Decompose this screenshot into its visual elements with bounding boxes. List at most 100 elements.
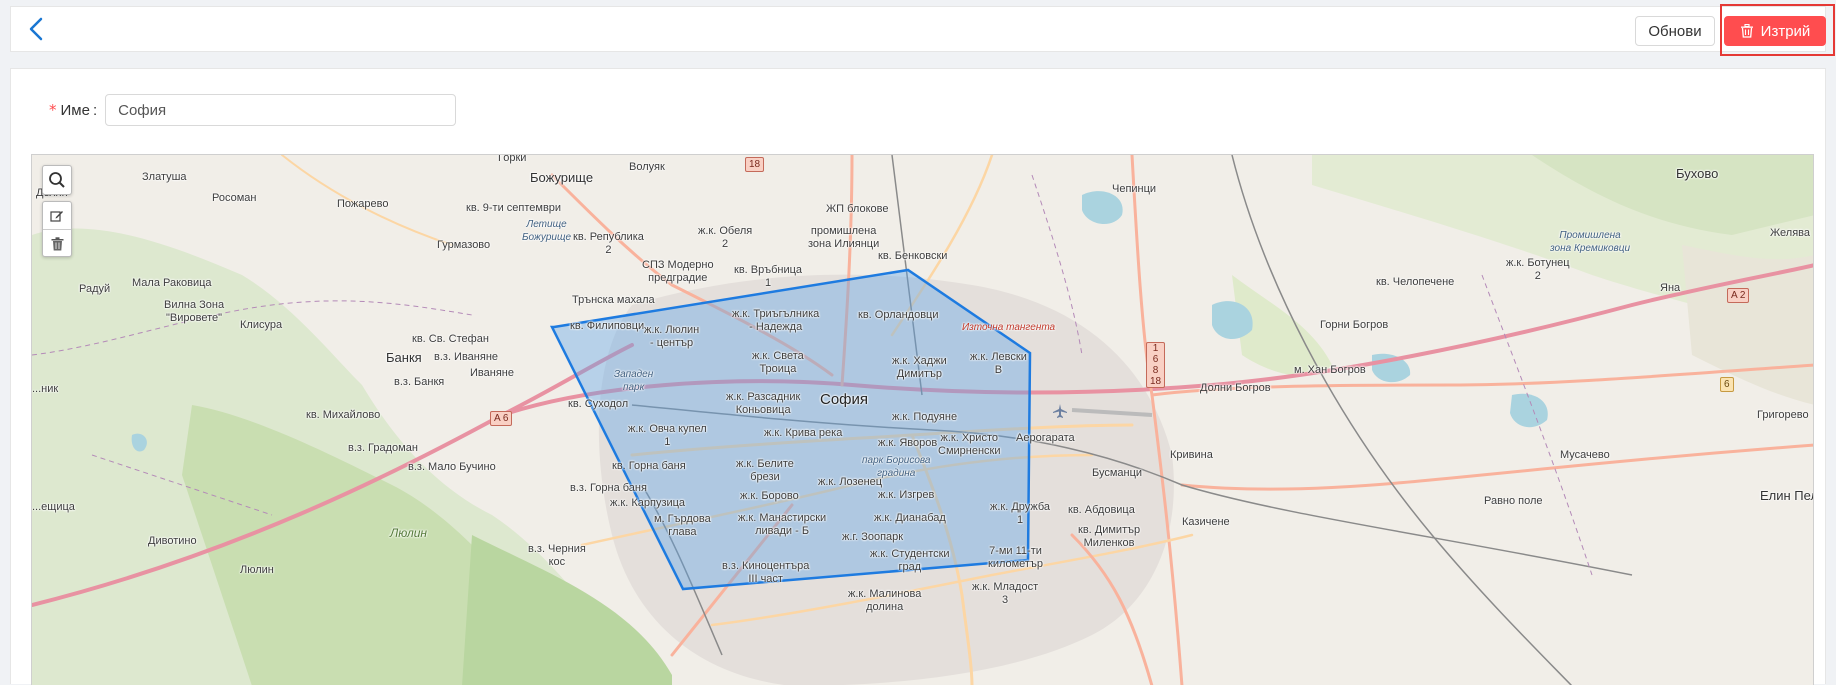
map-label: ж.к. Борово — [740, 490, 799, 502]
name-input[interactable] — [105, 94, 457, 126]
edit-layers-button[interactable] — [43, 202, 71, 229]
map-label: Банкя — [386, 350, 422, 365]
map-label: СПЗ Модерно предградие — [642, 259, 714, 284]
map-label: ж.к. Ботунец 2 — [1506, 257, 1570, 282]
map-label: кв. Абдовица — [1068, 504, 1135, 516]
name-label: Име — [60, 101, 90, 119]
map-label: Люлин — [390, 526, 428, 540]
road-shield: 1 6 8 18 — [1146, 342, 1166, 388]
map-label: Златуша — [142, 171, 187, 183]
map-label: Гурмазово — [437, 239, 491, 251]
map-label: ж.к. Дружба 1 — [990, 501, 1051, 526]
map-label: кв. Горна баня — [612, 460, 686, 472]
map-label: ж.к. Хаджи Димитър — [892, 355, 947, 380]
airport-icon — [1052, 403, 1068, 424]
name-form-row: * Име : — [49, 94, 457, 126]
required-mark: * — [49, 101, 57, 119]
map-label: ж.к. Овча купел 1 — [628, 423, 707, 448]
map-label: Горки — [498, 154, 527, 164]
delete-button[interactable]: Изтрий — [1724, 16, 1826, 46]
map-label: в.з. Иваняне — [434, 351, 499, 363]
map-label: кв. Михайлово — [306, 409, 381, 421]
map-label: Равно поле — [1484, 495, 1543, 507]
map-label: в.з. Мало Бучино — [408, 461, 496, 473]
map-label: в.з. Киноцентъра III част — [722, 560, 810, 585]
map-label: Вилна Зона "Вировете" — [164, 299, 225, 324]
map-label: Яна — [1660, 282, 1681, 294]
map-label: ж.к. Малинова долина — [848, 588, 922, 613]
road-shield: 18 — [745, 157, 765, 172]
map-label: Люлин — [240, 564, 274, 576]
map-label: ж.к. Младост 3 — [972, 581, 1039, 606]
road-shield: A 6 — [490, 411, 513, 426]
label-colon: : — [92, 101, 98, 119]
map-label: кв. Димитър Миленков — [1078, 524, 1141, 549]
map-label: промишлена зона Илиянци — [808, 225, 880, 250]
map-label: Източна тангента — [962, 322, 1056, 333]
map-label: ж.к. Яворов — [878, 437, 938, 449]
map-label: Аерогарата — [1016, 432, 1075, 444]
map-label: кв. Челопечене — [1376, 276, 1455, 288]
map-label: ж.к. Левски В — [970, 351, 1027, 376]
road-shield: 6 — [1720, 377, 1734, 392]
map-label: ж.к. Дианабад — [874, 512, 946, 524]
map-label: кв. Св. Стефан — [412, 333, 489, 345]
map-label: Мусачево — [1560, 449, 1610, 461]
map-label: ЖП блокове — [826, 203, 889, 215]
map-draw-toolbar — [42, 201, 72, 257]
delete-button-label: Изтрий — [1760, 22, 1811, 40]
map-label: ж.к. Триъгълника - Надежда — [732, 308, 820, 333]
map-label: Клисура — [240, 319, 283, 331]
map-label: София — [820, 391, 869, 408]
map-label: Казичене — [1182, 516, 1230, 528]
map-label: Иваняне — [470, 367, 514, 379]
map-label: ж.к. Манастирски ливади - Б — [738, 512, 827, 537]
map-label: м. Гърдова глава — [654, 513, 711, 538]
zone-form-card: * Име : София Горки Волуяк Божурище Злат… — [10, 68, 1826, 685]
map-label: ж.к. Света Троица — [752, 350, 804, 375]
map-label: кв. Република 2 — [573, 231, 644, 256]
map-search-button[interactable] — [42, 165, 72, 195]
delete-layers-button[interactable] — [43, 229, 71, 257]
refresh-button-label: Обнови — [1648, 22, 1702, 40]
map-label: ж.к. Подуяне — [892, 411, 958, 423]
map-label: Западен парк — [614, 369, 654, 393]
map-label: кв. Филиповци — [570, 320, 645, 332]
map-label: Летище Божурище — [522, 219, 572, 243]
back-arrow-icon[interactable] — [23, 16, 49, 42]
refresh-button[interactable]: Обнови — [1635, 16, 1715, 46]
map-label: Долни Богров — [1200, 382, 1271, 394]
trash-icon — [1740, 24, 1753, 38]
map-label: в.з. Черния кос — [528, 543, 586, 568]
map-label: ж.к. Разсадник Коньовица — [726, 391, 801, 416]
map-label: ж.к. Белите брези — [736, 458, 794, 483]
map-label: Бухово — [1676, 166, 1719, 181]
map-label: Желява — [1770, 227, 1810, 239]
map-label: Трънска махала — [572, 294, 655, 306]
map-label: Дивотино — [148, 535, 197, 547]
search-icon — [49, 172, 65, 188]
map-label: в.з. Горна баня — [570, 482, 647, 494]
map-label: кв. 9-ти септември — [466, 202, 562, 214]
map-label: Пожарево — [337, 198, 389, 210]
map-label: ...ещица — [32, 501, 75, 513]
map-label: кв. Връбница 1 — [734, 264, 803, 289]
map-label: в.з. Банкя — [394, 376, 445, 388]
map-view[interactable]: Горки Волуяк Божурище Златуша Росоман По… — [31, 154, 1814, 685]
map-label: ж.к. Карпузица — [610, 497, 686, 509]
map-label: ...ник — [32, 383, 59, 395]
map-label: Григорево — [1757, 409, 1809, 421]
map-label: ж.к. Изгрев — [878, 489, 935, 501]
map-label: ж.к. Люлин - център — [644, 324, 700, 349]
map-label: ж.к. Христо Смирненски — [938, 432, 1001, 457]
map-label: ж.к. Студентски град — [870, 548, 950, 573]
map-label: Промишлена зона Кремиковци — [1550, 230, 1631, 254]
edit-icon — [50, 210, 63, 222]
trash-icon — [51, 236, 63, 250]
top-toolbar: Обнови Изтрий — [10, 4, 1835, 56]
map-label: ж.к. Обеля 2 — [698, 225, 753, 250]
map-label: 7-ми 11-ти километър — [988, 545, 1043, 570]
map-label: Горни Богров — [1320, 319, 1389, 331]
map-label: Мала Раковица — [132, 277, 212, 289]
road-shield: A 2 — [1727, 288, 1750, 303]
